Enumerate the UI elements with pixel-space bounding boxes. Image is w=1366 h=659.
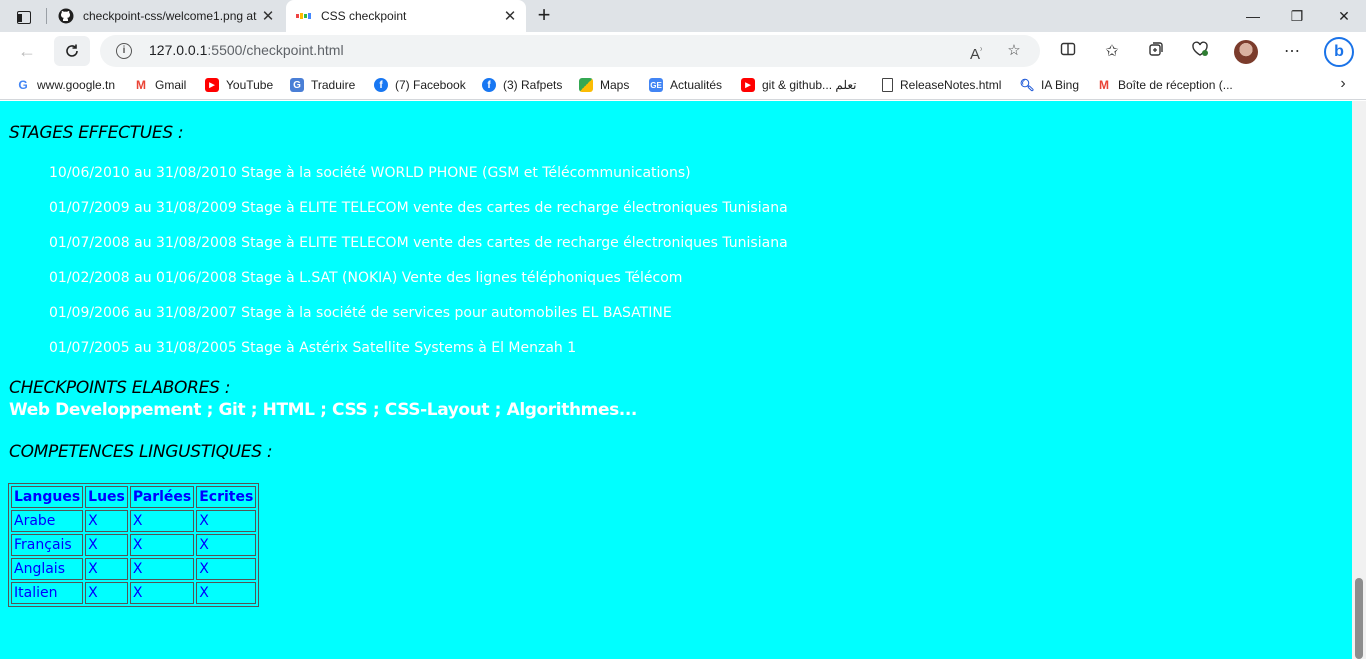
close-icon[interactable]: ✕ [500,6,520,26]
table-cell: X [129,510,195,532]
vertical-scrollbar[interactable] [1352,101,1366,659]
table-cell: X [196,558,257,580]
arrow-left-icon: ← [18,40,36,61]
checkpoints-heading: CHECKPOINTS ELABORES : [9,378,231,398]
list-item: 01/07/2008 au 31/08/2008 Stage à ELITE T… [49,235,788,251]
page-viewport: STAGES EFFECTUES : 10/06/2010 au 31/08/2… [0,101,1352,659]
tab-css-checkpoint[interactable]: CSS checkpoint ✕ [286,0,526,32]
bookmarks-bar: G www.google.tn M Gmail ▶ YouTube G Trad… [0,70,1366,100]
bookmark-rafpets[interactable]: f (3) Rafpets [482,76,562,94]
table-cell: X [85,558,128,580]
table-row: Italien X X X [11,582,257,604]
languages-heading: COMPETENCES LINGUSTIQUES : [9,442,273,462]
address-bar[interactable]: i 127.0.0.1:5500/checkpoint.html A⁾ ☆ [100,35,1040,67]
list-item: 01/07/2009 au 31/08/2009 Stage à ELITE T… [49,200,788,216]
stages-heading: STAGES EFFECTUES : [9,123,184,143]
tab-title: CSS checkpoint [321,9,407,23]
table-cell: X [129,582,195,604]
scrollbar-thumb[interactable] [1355,578,1363,659]
gmail-icon: M [1099,78,1109,92]
reload-icon [66,44,78,57]
info-icon[interactable]: i [116,43,132,59]
table-cell: Anglais [11,558,84,580]
table-cell: X [129,558,195,580]
tab-github[interactable]: checkpoint-css/welcome1.png at ✕ [48,0,284,32]
youtube-icon: ▶ [205,78,219,92]
checkpoints-list: Web Developpement ; Git ; HTML ; CSS ; C… [9,400,637,420]
bookmark-maps[interactable]: Maps [579,76,629,94]
table-cell: X [196,510,257,532]
table-row: Anglais X X X [11,558,257,580]
toolbar: ← i 127.0.0.1:5500/checkpoint.html A⁾ ☆ … [0,32,1366,70]
table-cell: X [196,534,257,556]
window-close-button[interactable]: ✕ [1332,5,1356,27]
facebook-icon: f [374,78,388,92]
table-header-row: Langues Lues Parlées Ecrites [11,486,257,508]
news-icon: GE [649,78,663,92]
list-item: 01/09/2006 au 31/08/2007 Stage à la soci… [49,305,672,321]
tab-separator [46,8,47,24]
youtube-icon: ▶ [741,78,755,92]
list-item: 01/07/2005 au 31/08/2005 Stage à Astérix… [49,340,577,356]
reload-button[interactable] [54,36,90,66]
table-cell: X [196,582,257,604]
tab-strip: checkpoint-css/welcome1.png at ✕ CSS che… [0,0,1366,32]
favorite-star-icon[interactable]: ☆ [1004,41,1024,61]
read-aloud-icon[interactable]: A⁾ [966,41,986,63]
minimize-button[interactable]: — [1241,5,1265,27]
gmail-icon: M [136,78,146,92]
table-cell: X [129,534,195,556]
split-screen-icon[interactable] [1057,41,1079,63]
bookmark-facebook[interactable]: f (7) Facebook [374,76,466,94]
table-cell: Arabe [11,510,84,532]
table-row: Arabe X X X [11,510,257,532]
tab-actions-icon [17,10,31,24]
bookmark-gmail[interactable]: M Gmail [134,76,186,94]
performance-icon[interactable] [1189,41,1211,63]
more-options-icon[interactable]: ⋯ [1281,41,1303,63]
header-langues: Langues [11,486,84,508]
header-lues: Lues [85,486,128,508]
page-favicon-icon [296,8,312,24]
translate-icon: G [290,78,304,92]
bookmark-youtube[interactable]: ▶ YouTube [205,76,273,94]
favorites-icon[interactable]: ✩ [1101,41,1123,63]
languages-table: Langues Lues Parlées Ecrites Arabe X X X… [8,483,260,607]
list-item: 01/02/2008 au 01/06/2008 Stage à L.SAT (… [49,270,683,286]
collections-icon[interactable] [1145,41,1167,63]
table-cell: X [85,534,128,556]
bookmark-actualites[interactable]: GE Actualités [649,76,722,94]
url-text[interactable]: 127.0.0.1:5500/checkpoint.html [149,42,344,58]
new-tab-button[interactable]: + [533,4,555,27]
search-icon: 🔍︎ [1019,78,1035,92]
tab-actions-button[interactable] [10,6,38,28]
table-row: Français X X X [11,534,257,556]
google-icon: G [18,78,28,92]
bookmark-boite-reception[interactable]: M Boîte de réception (... [1097,76,1233,94]
table-cell: X [85,510,128,532]
bookmark-releasenotes[interactable]: ReleaseNotes.html [882,76,1001,94]
bing-copilot-icon[interactable]: b [1324,37,1354,67]
restore-button[interactable]: ❐ [1285,5,1309,27]
chevron-right-icon[interactable]: › [1333,75,1353,95]
profile-avatar[interactable] [1234,40,1258,64]
back-button[interactable]: ← [12,36,42,66]
maps-icon [579,78,593,92]
bookmark-git-github[interactable]: ▶ git & github... تعلم [741,76,856,94]
file-icon [882,78,893,92]
table-cell: Italien [11,582,84,604]
bookmark-ia-bing[interactable]: 🔍︎ IA Bing [1019,76,1079,94]
table-cell: X [85,582,128,604]
close-icon[interactable]: ✕ [258,6,278,26]
header-parlees: Parlées [129,486,195,508]
list-item: 10/06/2010 au 31/08/2010 Stage à la soci… [49,165,691,181]
facebook-icon: f [482,78,496,92]
tab-title: checkpoint-css/welcome1.png at [83,9,257,23]
github-icon [58,8,74,24]
table-cell: Français [11,534,84,556]
header-ecrites: Ecrites [196,486,257,508]
bookmark-traduire[interactable]: G Traduire [290,76,355,94]
bookmark-google[interactable]: G www.google.tn [16,76,115,94]
